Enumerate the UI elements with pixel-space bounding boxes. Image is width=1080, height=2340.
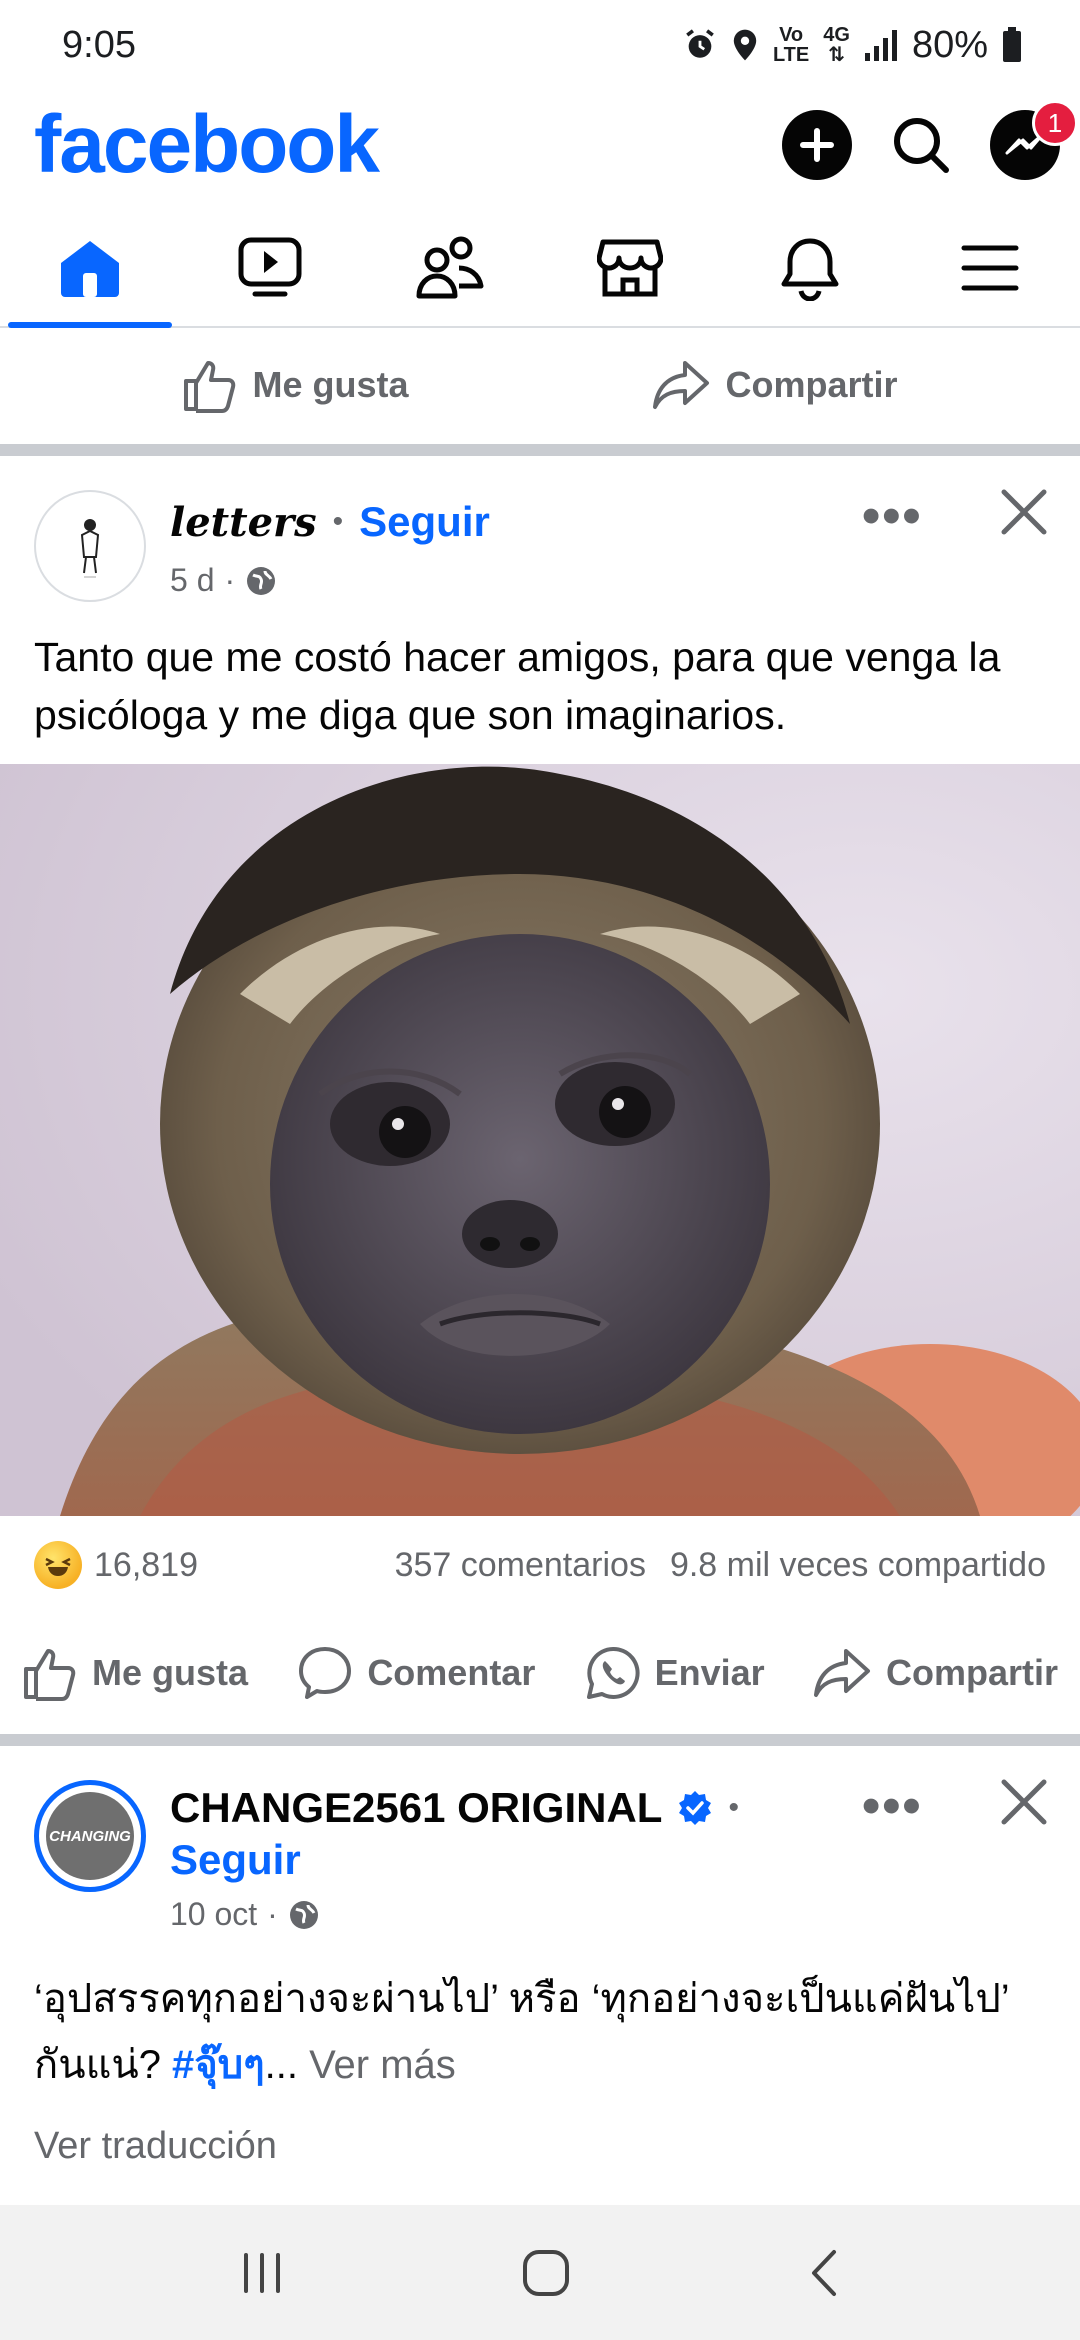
facebook-logo[interactable]: facebook <box>34 98 380 192</box>
comment-count[interactable]: 357 comentarios <box>395 1546 646 1585</box>
back-icon[interactable] <box>806 2248 842 2298</box>
alarm-icon <box>683 28 717 62</box>
system-nav-bar <box>0 2205 1080 2340</box>
author-avatar[interactable] <box>34 490 146 602</box>
feed-separator <box>0 444 1080 456</box>
prev-post-actions: Me gusta Compartir <box>0 330 1080 440</box>
messenger-badge: 1 <box>1032 100 1078 146</box>
avatar-logo: CHANGING <box>46 1792 134 1880</box>
tab-home[interactable] <box>0 210 180 328</box>
signal-icon <box>864 29 898 61</box>
send-button[interactable]: Enviar <box>585 1645 765 1701</box>
recent-apps-icon[interactable] <box>238 2251 286 2295</box>
tab-friends[interactable] <box>360 210 540 326</box>
author-avatar[interactable]: CHANGING <box>34 1780 146 1892</box>
post-meta: 5 d · <box>170 562 277 599</box>
marketplace-icon <box>597 239 663 297</box>
home-icon <box>61 241 119 297</box>
menu-icon <box>961 245 1019 291</box>
follow-button[interactable]: Seguir <box>170 1836 301 1884</box>
status-icons: Vo LTE 4G ⇅ 80% <box>683 24 1022 67</box>
create-button[interactable] <box>782 110 852 180</box>
header-actions: 1 <box>782 100 1078 180</box>
like-button[interactable]: Me gusta <box>22 1645 248 1701</box>
see-more-link[interactable]: Ver más <box>309 2043 456 2087</box>
post2-header: CHANGING CHANGE2561 ORIGINAL • Seguir 10… <box>0 1746 1080 1946</box>
tab-menu[interactable] <box>900 210 1080 326</box>
comment-button[interactable]: Comentar <box>297 1645 535 1701</box>
close-icon[interactable] <box>998 1776 1050 1828</box>
main-nav <box>0 210 1080 328</box>
status-time: 9:05 <box>62 23 136 66</box>
battery-icon <box>1002 27 1022 63</box>
video-icon <box>238 237 302 297</box>
engagement-counts: 357 comentarios 9.8 mil veces compartido <box>395 1546 1046 1585</box>
app-header: facebook 1 <box>0 90 1080 200</box>
whatsapp-icon <box>586 1646 640 1699</box>
verified-badge-icon <box>679 1791 712 1825</box>
search-icon <box>894 118 949 173</box>
reaction-summary[interactable]: 16,819 <box>34 1541 198 1589</box>
post-stats: 16,819 357 comentarios 9.8 mil veces com… <box>0 1530 1080 1600</box>
search-button[interactable] <box>886 110 956 180</box>
volte-icon: Vo LTE <box>772 24 810 66</box>
status-bar: 9:05 Vo LTE 4G ⇅ 80% <box>0 0 1080 90</box>
tab-video[interactable] <box>180 210 360 326</box>
tab-notifications[interactable] <box>720 210 900 326</box>
post-text: Tanto que me costó hacer amigos, para qu… <box>34 634 1001 738</box>
share-button[interactable]: Compartir <box>813 1647 1058 1699</box>
reaction-count: 16,819 <box>94 1545 198 1584</box>
comment-icon <box>299 1647 352 1699</box>
share-icon <box>813 1649 870 1697</box>
tab-marketplace[interactable] <box>540 210 720 326</box>
home-button-icon[interactable] <box>521 2248 571 2298</box>
thumbs-up-icon <box>184 361 236 413</box>
post-meta: 10 oct · <box>170 1896 320 1933</box>
data-arrows-icon: 4G ⇅ <box>823 24 850 66</box>
share-icon <box>653 361 710 409</box>
post-actions: Me gusta Comentar Enviar Compartir <box>0 1618 1080 1728</box>
monkey-photo-illustration <box>0 764 1080 1516</box>
globe-icon <box>247 566 276 595</box>
messenger-button[interactable]: 1 <box>990 100 1078 180</box>
post-header: letters • Seguir 5 d · ••• <box>0 456 1080 610</box>
post2-text: ‘อุปสรรคทุกอย่างจะผ่านไป’ หรือ ‘ทุกอย่าง… <box>34 1977 1009 2087</box>
more-options-icon[interactable]: ••• <box>862 1776 923 1836</box>
post-photo[interactable] <box>0 764 1080 1516</box>
share-count[interactable]: 9.8 mil veces compartido <box>670 1546 1046 1585</box>
close-icon[interactable] <box>998 486 1050 538</box>
follow-button[interactable]: Seguir <box>359 498 490 546</box>
friends-icon <box>416 236 484 299</box>
like-button[interactable]: Me gusta <box>182 357 409 413</box>
author-line: CHANGE2561 ORIGINAL • <box>170 1784 739 1832</box>
location-icon <box>731 28 759 62</box>
thumbs-up-icon <box>24 1649 76 1701</box>
battery-percent: 80% <box>911 23 988 66</box>
plus-icon <box>800 128 834 162</box>
author-name[interactable]: letters <box>170 499 317 546</box>
bell-icon <box>781 238 839 301</box>
author-name[interactable]: CHANGE2561 ORIGINAL <box>170 1784 662 1832</box>
globe-icon <box>289 1900 318 1929</box>
see-translation-link[interactable]: Ver traducción <box>34 2125 277 2168</box>
share-button[interactable]: Compartir <box>653 359 898 411</box>
post-time[interactable]: 10 oct <box>170 1896 257 1933</box>
post-time[interactable]: 5 d <box>170 562 214 599</box>
more-options-icon[interactable]: ••• <box>862 486 923 546</box>
hashtag-link[interactable]: #จุ๊บๆ <box>172 2043 265 2087</box>
avatar-figure-icon <box>80 519 100 578</box>
haha-reaction-icon <box>34 1541 82 1589</box>
feed-separator <box>0 1734 1080 1746</box>
author-line: letters • Seguir <box>170 498 490 546</box>
